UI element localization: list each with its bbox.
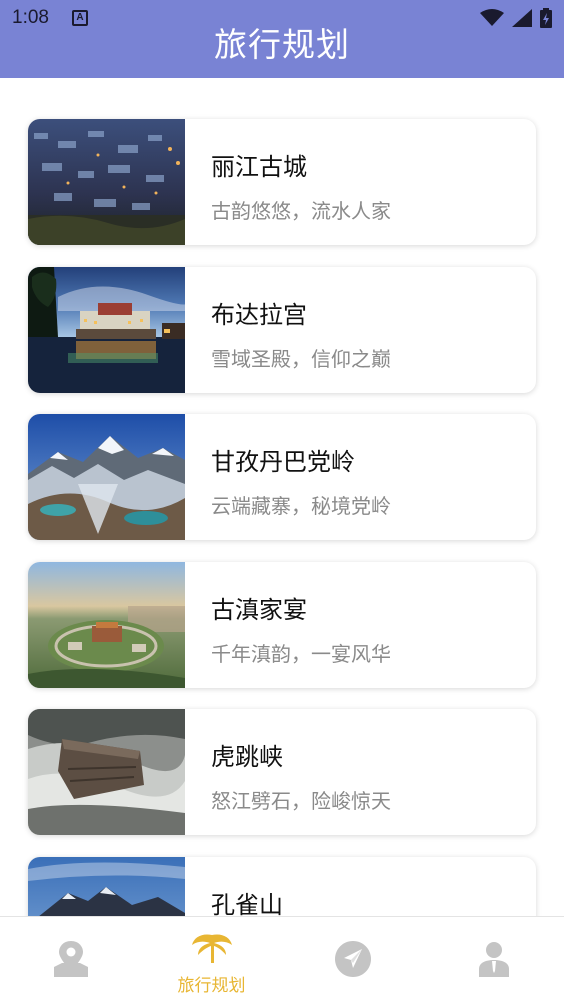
- destination-title: 孔雀山: [211, 891, 283, 916]
- map-pin-icon: [53, 941, 88, 977]
- palm-tree-icon: [191, 934, 232, 963]
- destination-title: 甘孜丹巴党岭: [211, 448, 355, 476]
- destination-card-hutiaoxia[interactable]: 虎跳峡 怒江劈石，险峻惊天: [28, 709, 536, 835]
- user-icon: [478, 942, 509, 977]
- destination-image: [28, 119, 185, 245]
- plane-icon: [334, 941, 371, 977]
- destination-image: [28, 709, 185, 835]
- destination-subtitle: 千年滇韵，一宴风华: [211, 642, 391, 666]
- page-title: 旅行规划: [214, 25, 350, 64]
- app-header: 1:08 A 旅行规划: [0, 0, 564, 78]
- destination-image: [28, 857, 185, 916]
- destination-title: 丽江古城: [211, 153, 307, 181]
- destination-image: [28, 414, 185, 540]
- destination-image: [28, 562, 185, 688]
- destination-title: 布达拉宫: [211, 301, 307, 329]
- tab-flight[interactable]: [282, 917, 423, 1004]
- destination-image: [28, 267, 185, 393]
- tab-travel-plan[interactable]: 旅行规划: [141, 917, 282, 1004]
- tab-profile[interactable]: [423, 917, 564, 1004]
- destination-subtitle: 云端藏寨，秘境党岭: [211, 494, 391, 518]
- destination-card-gudian[interactable]: 古滇家宴 千年滇韵，一宴风华: [28, 562, 536, 688]
- destination-title: 虎跳峡: [211, 743, 283, 771]
- bottom-tab-bar: 旅行规划: [0, 916, 564, 1004]
- destination-subtitle: 古韵悠悠，流水人家: [211, 199, 391, 223]
- tab-map[interactable]: [0, 917, 141, 1004]
- destination-subtitle: 雪域圣殿，信仰之巅: [211, 347, 391, 371]
- destination-card-potala[interactable]: 布达拉宫 雪域圣殿，信仰之巅: [28, 267, 536, 393]
- destination-subtitle: 怒江劈石，险峻惊天: [211, 789, 391, 813]
- destination-card-kongqueshan[interactable]: 孔雀山: [28, 857, 536, 916]
- destination-card-danba[interactable]: 甘孜丹巴党岭 云端藏寨，秘境党岭: [28, 414, 536, 540]
- tab-travel-plan-label: 旅行规划: [177, 976, 246, 996]
- destination-list[interactable]: 丽江古城 古韵悠悠，流水人家 布达拉宫 雪域圣殿，信仰之巅 甘孜丹巴党岭 云端藏…: [0, 78, 564, 916]
- destination-card-lijiang[interactable]: 丽江古城 古韵悠悠，流水人家: [28, 119, 536, 245]
- destination-title: 古滇家宴: [211, 596, 307, 624]
